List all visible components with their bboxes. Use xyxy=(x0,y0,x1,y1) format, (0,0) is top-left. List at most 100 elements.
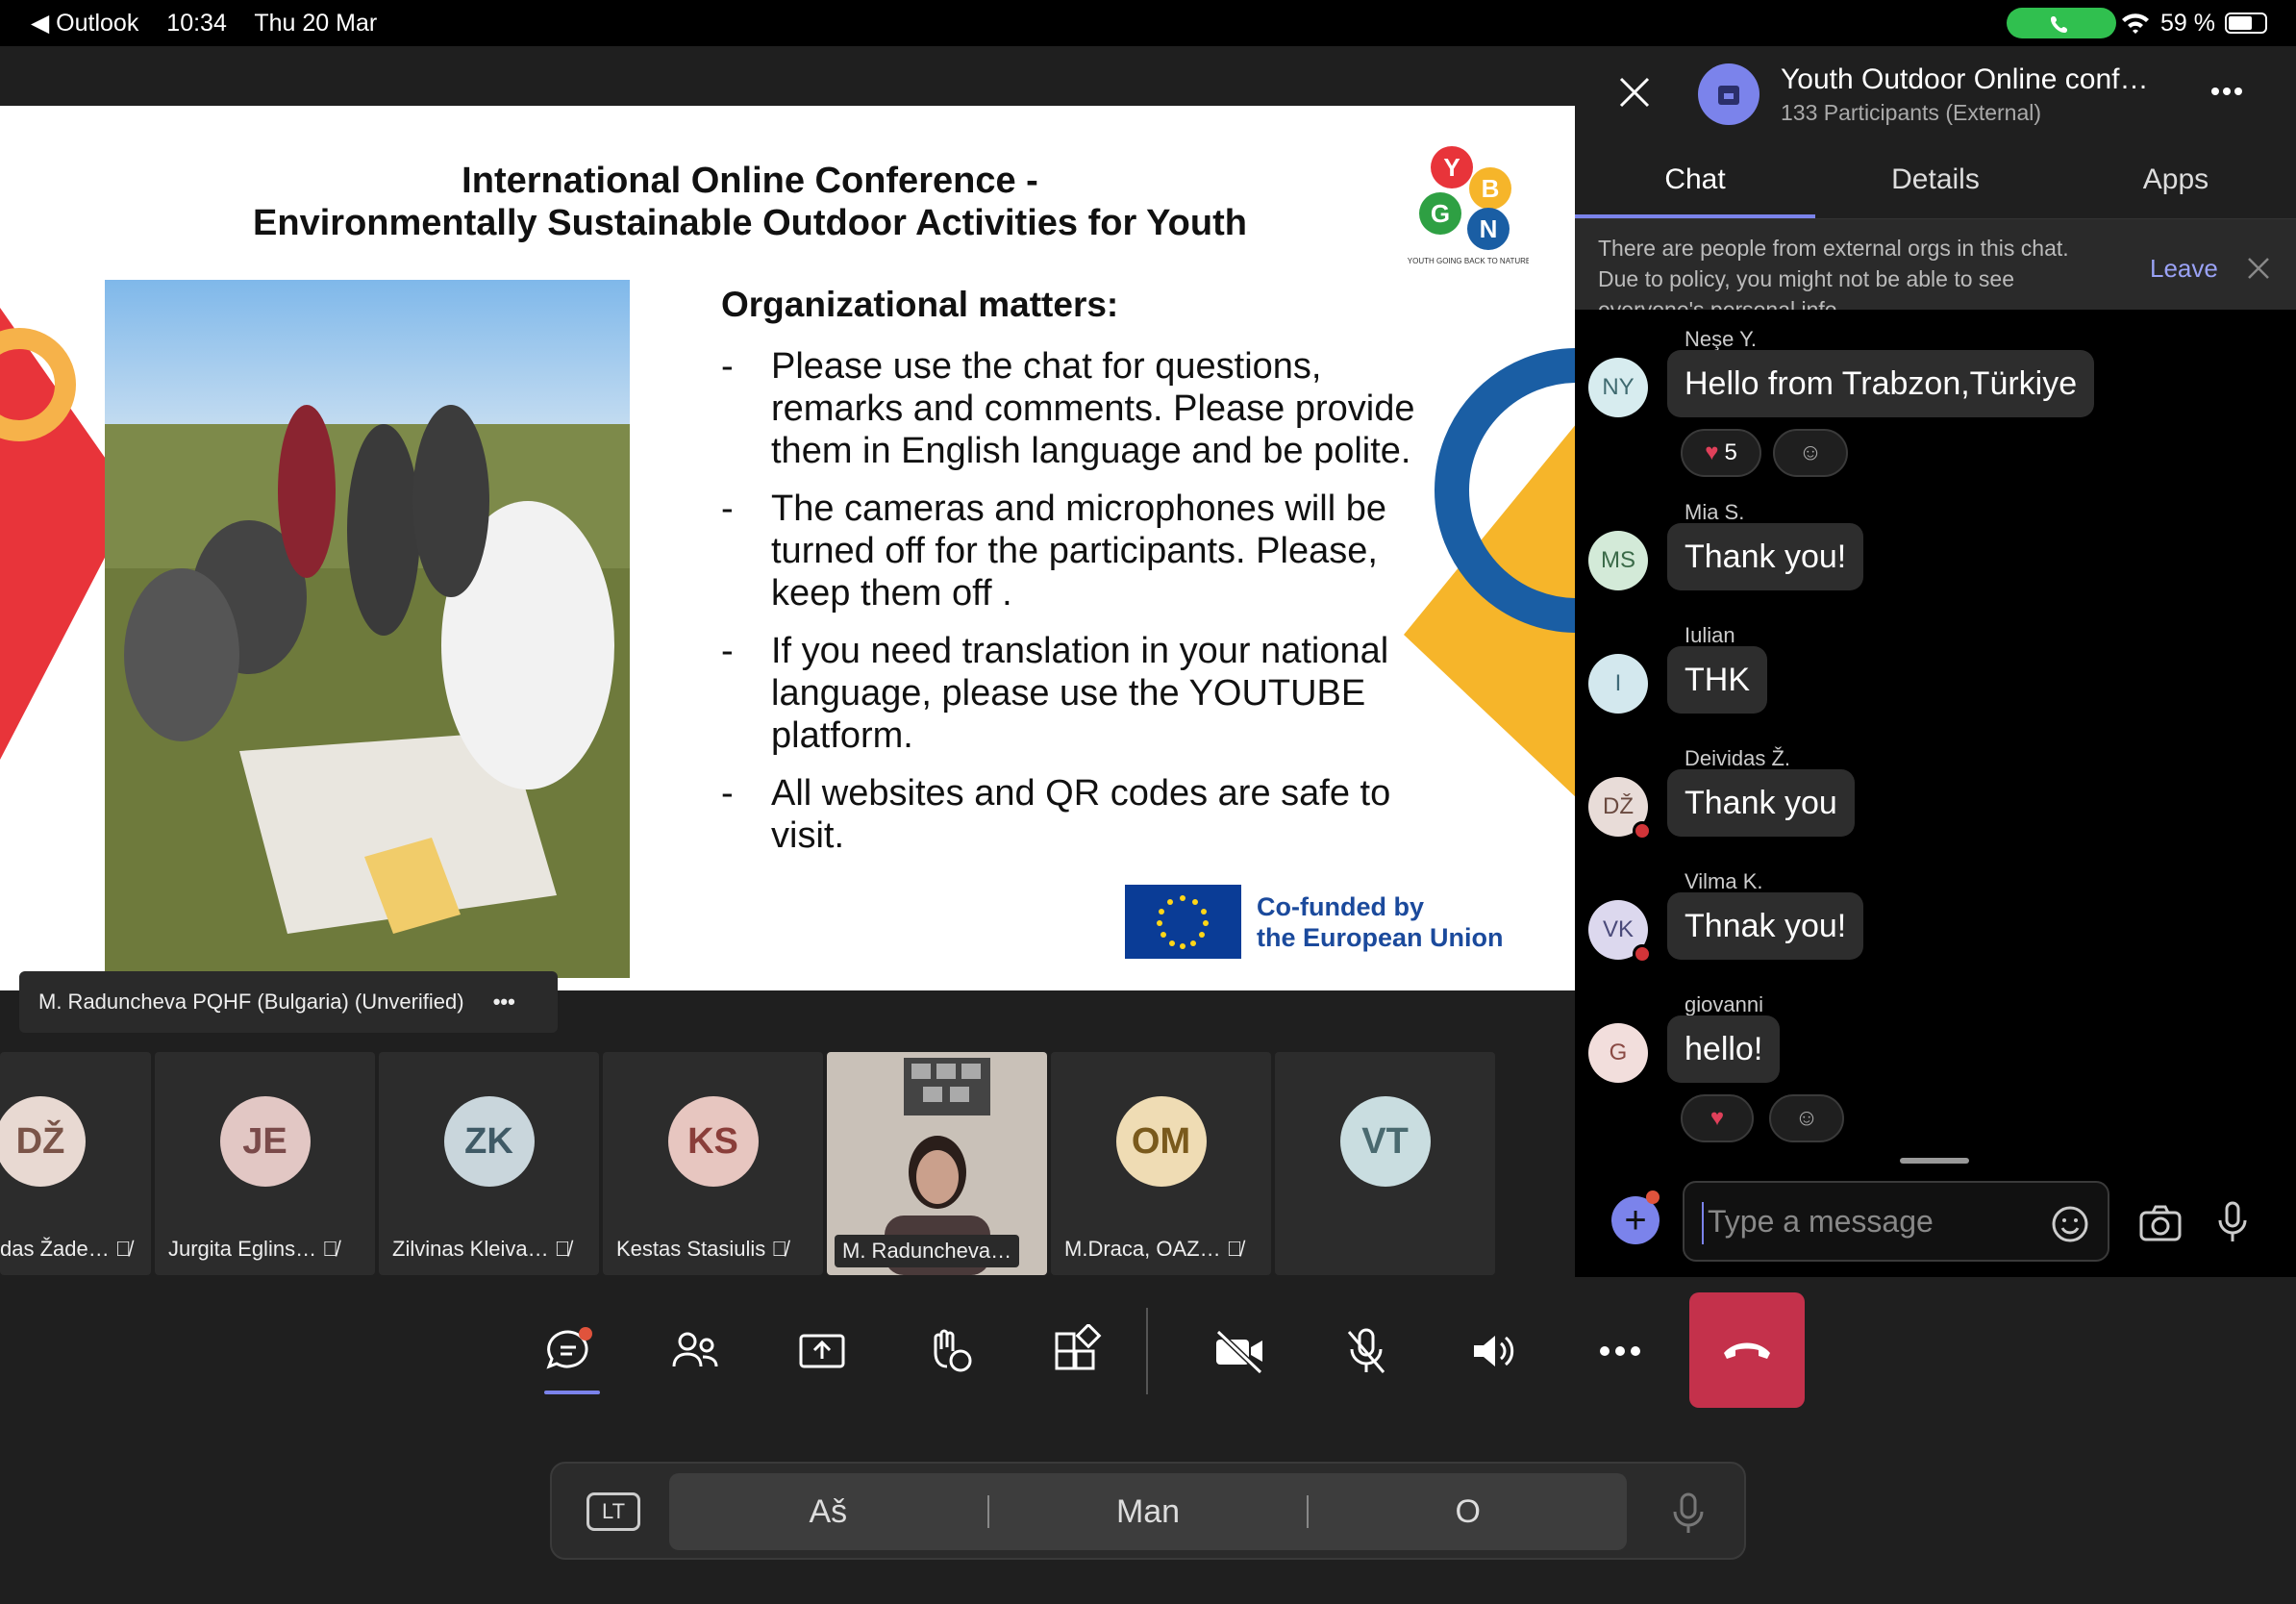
presenter-name-label[interactable]: M. Raduncheva PQHF (Bulgaria) (Unverifie… xyxy=(19,971,558,1033)
chat-panel: Youth Outdoor Online conf… 133 Participa… xyxy=(1575,46,2296,1277)
add-reaction-icon: ☺ xyxy=(1794,1105,1819,1131)
caption-segment: Aš xyxy=(809,1492,848,1530)
message-sender: Iulian xyxy=(1685,623,1735,647)
participant-name: M. Raduncheva… xyxy=(835,1235,1020,1267)
add-reaction-button[interactable]: ☺ xyxy=(1769,1094,1844,1142)
participant-tile[interactable]: DŽ das Žade… 🎙̸ xyxy=(0,1052,151,1275)
active-call-pill[interactable] xyxy=(2007,8,2116,38)
tab-details[interactable]: Details xyxy=(1815,142,2056,218)
caption-text: Aš Man O xyxy=(669,1473,1627,1550)
status-bar: ◀ Outlook 10:34 Thu 20 Mar 59 % xyxy=(0,0,2296,46)
more-button[interactable] xyxy=(1577,1289,1663,1414)
eu-cofunded-badge: Co-funded by the European Union xyxy=(1125,885,1504,959)
leave-call-button[interactable] xyxy=(1689,1292,1805,1408)
emoji-icon[interactable] xyxy=(2050,1204,2090,1244)
message-bubble[interactable]: Hello from Trabzon,Türkiye xyxy=(1667,350,2095,417)
message-bubble[interactable]: Thank you! xyxy=(1667,523,1864,590)
mic-muted-icon: 🎙̸ xyxy=(771,1237,787,1261)
camera-button[interactable] xyxy=(1196,1289,1283,1414)
more-options-icon[interactable] xyxy=(2209,85,2244,98)
participant-strip: DŽ das Žade… 🎙̸ JE Jurgita Eglins… 🎙̸ ZK… xyxy=(0,1052,1575,1275)
heart-icon: ♥ xyxy=(1710,1105,1725,1131)
tab-chat[interactable]: Chat xyxy=(1575,142,1815,218)
plus-icon: + xyxy=(1624,1198,1647,1241)
live-captions-bar: LT Aš Man O xyxy=(550,1462,1746,1560)
speaker-icon xyxy=(1474,1336,1514,1366)
raise-hand-icon xyxy=(934,1329,972,1372)
eu-text: Co-funded by the European Union xyxy=(1257,891,1504,952)
avatar: ZK xyxy=(443,1096,535,1187)
leave-link[interactable]: Leave xyxy=(2150,254,2218,284)
bullet-item: The cameras and microphones will be turn… xyxy=(721,488,1461,614)
eu-flag-icon xyxy=(1125,885,1241,959)
reactions-button[interactable] xyxy=(906,1289,992,1414)
avatar[interactable]: G xyxy=(1588,1023,1648,1083)
compose-placeholder: Type a message xyxy=(1708,1204,1934,1239)
chat-subtitle: 133 Participants (External) xyxy=(1781,100,2042,125)
avatar[interactable]: NY xyxy=(1588,358,1648,417)
add-reaction-button[interactable]: ☺ xyxy=(1773,429,1848,477)
more-icon xyxy=(1600,1346,1640,1356)
status-time: 10:34 xyxy=(166,10,227,37)
avatar[interactable]: I xyxy=(1588,654,1648,714)
divider xyxy=(1146,1308,1148,1394)
message-sender: Neşe Y. xyxy=(1685,327,1758,351)
mic-muted-icon: 🎙̸ xyxy=(1226,1237,1243,1261)
status-date: Thu 20 Mar xyxy=(254,10,378,37)
participant-tile[interactable]: VT xyxy=(1275,1052,1495,1275)
caption-segment: O xyxy=(1455,1492,1481,1530)
message-bubble[interactable]: Thank you xyxy=(1667,769,1855,837)
participant-tile[interactable]: JE Jurgita Eglins… 🎙̸ xyxy=(155,1052,375,1275)
chat-button[interactable] xyxy=(525,1289,611,1414)
avatar: VT xyxy=(1339,1096,1431,1187)
group-photo xyxy=(105,280,630,978)
message-sender: Mia S. xyxy=(1685,500,1745,524)
participant-tile[interactable]: KS Kestas Stasiulis 🎙̸ xyxy=(603,1052,823,1275)
phone-icon xyxy=(2051,16,2067,33)
dismiss-icon[interactable] xyxy=(2246,256,2271,281)
active-indicator xyxy=(544,1391,600,1394)
reaction-heart[interactable]: ♥ xyxy=(1681,1094,1754,1142)
apps-button[interactable] xyxy=(1033,1289,1119,1414)
microphone-icon[interactable] xyxy=(2217,1200,2248,1244)
mic-muted-icon: 🎙̸ xyxy=(554,1237,571,1261)
reaction-heart[interactable]: ♥ 5 xyxy=(1681,429,1761,477)
battery-icon xyxy=(2225,13,2267,34)
bullet-item: All websites and QR codes are safe to vi… xyxy=(721,772,1461,857)
wifi-icon xyxy=(2122,13,2150,34)
mic-off-icon xyxy=(1347,1328,1385,1373)
participant-tile[interactable]: OM M.Draca, OAZ… 🎙̸ xyxy=(1051,1052,1271,1275)
caption-mic-icon[interactable] xyxy=(1671,1492,1706,1535)
back-to-app-link[interactable]: ◀ Outlook xyxy=(31,10,138,37)
share-button[interactable] xyxy=(779,1289,865,1414)
message-compose[interactable]: Type a message xyxy=(1683,1181,2109,1262)
close-icon[interactable] xyxy=(1617,75,1652,110)
battery-percent: 59 % xyxy=(2160,10,2215,37)
message-bubble[interactable]: THK xyxy=(1667,646,1767,714)
svg-text:N: N xyxy=(1480,214,1498,243)
participant-name: das Žade… 🎙̸ xyxy=(0,1237,132,1261)
participant-name: Zilvinas Kleiva… 🎙̸ xyxy=(392,1237,571,1261)
notification-dot xyxy=(1646,1190,1660,1204)
tab-apps[interactable]: Apps xyxy=(2056,142,2296,218)
bullet-item: If you need translation in your national… xyxy=(721,630,1461,757)
drag-handle[interactable] xyxy=(1900,1158,1969,1164)
message-bubble[interactable]: Thnak you! xyxy=(1667,892,1864,960)
people-button[interactable] xyxy=(652,1289,738,1414)
message-bubble[interactable]: hello! xyxy=(1667,1015,1781,1083)
participant-video-tile[interactable]: M. Raduncheva… xyxy=(827,1052,1047,1275)
presence-dnd-badge xyxy=(1633,944,1652,964)
mic-button[interactable] xyxy=(1323,1289,1410,1414)
camera-icon[interactable] xyxy=(2138,1204,2183,1242)
more-options-icon[interactable]: ••• xyxy=(493,990,515,1014)
chat-icon xyxy=(546,1327,592,1369)
avatar[interactable]: MS xyxy=(1588,531,1648,590)
meeting-avatar xyxy=(1698,63,1759,125)
caption-language-button[interactable]: LT xyxy=(586,1492,640,1531)
chat-header: Youth Outdoor Online conf… 133 Participa… xyxy=(1575,46,2296,142)
text-cursor xyxy=(1702,1202,1704,1244)
participant-tile[interactable]: ZK Zilvinas Kleiva… 🎙̸ xyxy=(379,1052,599,1275)
avatar: JE xyxy=(219,1096,311,1187)
status-right: 59 % xyxy=(2120,0,2267,46)
speaker-button[interactable] xyxy=(1450,1289,1536,1414)
